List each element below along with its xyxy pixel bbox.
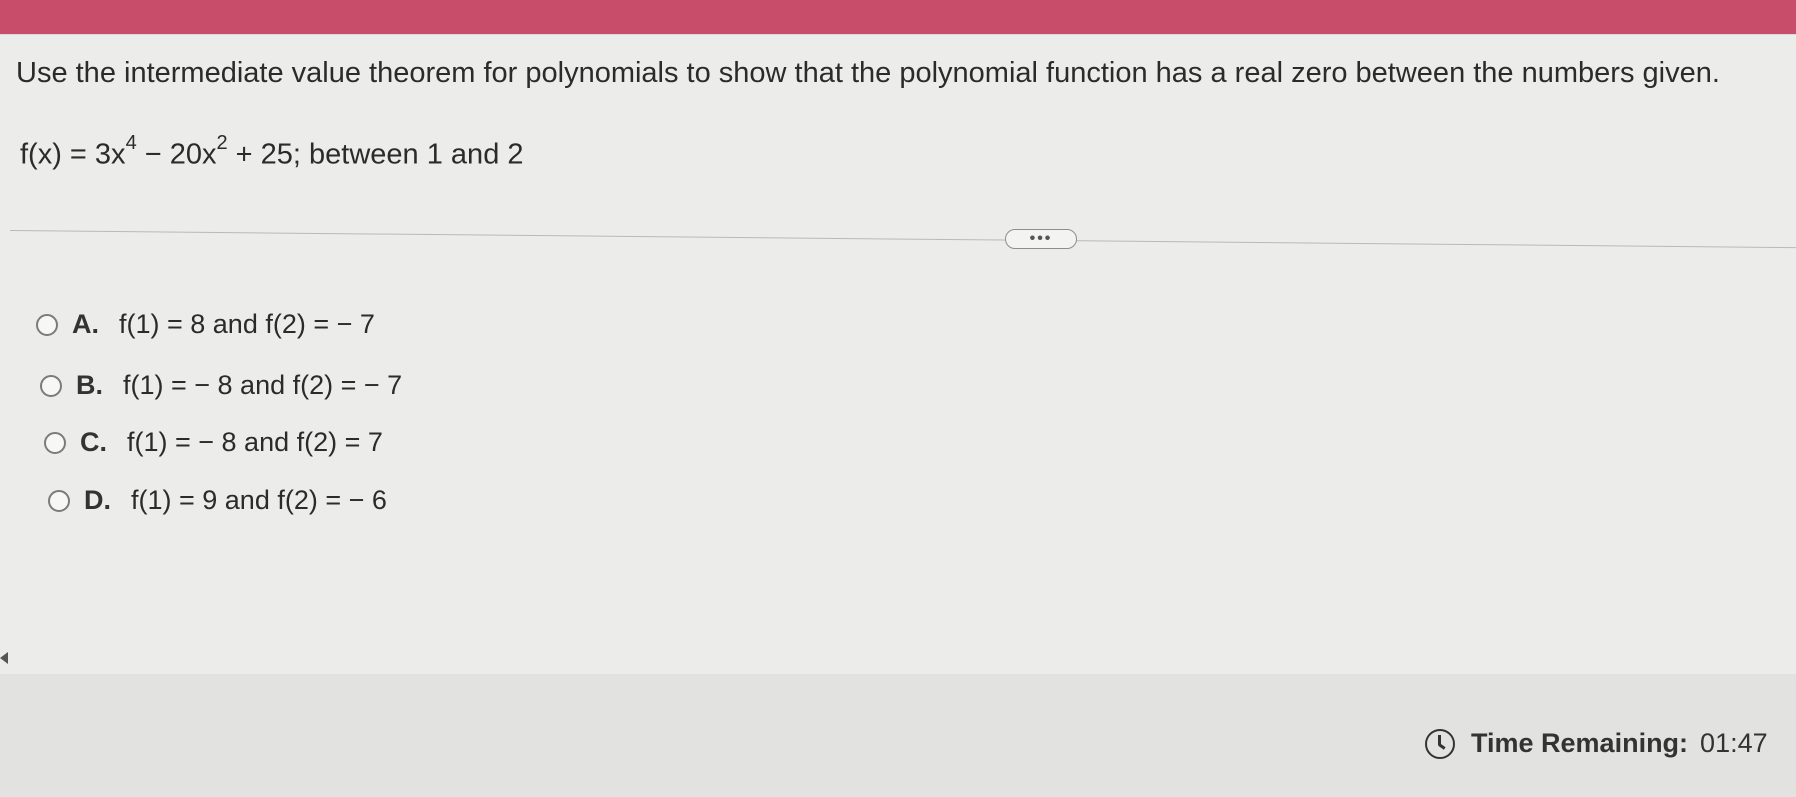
option-text: f(1) = − 8 and f(2) = 7 <box>127 427 383 457</box>
answer-option-c[interactable]: C. f(1) = − 8 and f(2) = 7 <box>44 427 383 458</box>
formula-exponent-1: 4 <box>125 132 137 154</box>
formula-prefix: f(x) = 3x <box>20 138 126 171</box>
option-text: f(1) = 8 and f(2) = − 7 <box>119 309 375 339</box>
option-text: f(1) = − 8 and f(2) = − 7 <box>123 370 403 400</box>
question-prompt: Use the intermediate value theorem for p… <box>16 57 1720 89</box>
formula-exponent-2: 2 <box>216 132 228 154</box>
clock-icon <box>1425 728 1455 759</box>
radio-button-a[interactable] <box>36 313 58 336</box>
time-remaining: Time Remaining: 01:47 <box>1425 728 1768 759</box>
answer-option-d[interactable]: D. f(1) = 9 and f(2) = − 6 <box>48 485 387 516</box>
option-letter: C. <box>80 427 107 457</box>
radio-button-b[interactable] <box>40 374 62 397</box>
top-bar <box>0 0 1796 38</box>
radio-button-d[interactable] <box>48 489 70 512</box>
answer-option-a[interactable]: A. f(1) = 8 and f(2) = − 7 <box>36 309 375 340</box>
timer-label: Time Remaining: <box>1471 728 1689 758</box>
answer-option-b[interactable]: B. f(1) = − 8 and f(2) = − 7 <box>40 370 402 401</box>
option-letter: D. <box>84 485 111 515</box>
formula-suffix: + 25; between 1 and 2 <box>227 138 524 171</box>
more-options-button[interactable]: ••• <box>1005 229 1077 249</box>
polynomial-formula: f(x) = 3x4 − 20x2 + 25; between 1 and 2 <box>20 130 524 172</box>
timer-value: 01:47 <box>1700 728 1768 758</box>
formula-middle: − 20x <box>136 138 217 171</box>
option-text: f(1) = 9 and f(2) = − 6 <box>131 485 387 515</box>
option-letter: B. <box>76 370 103 400</box>
option-letter: A. <box>72 309 99 339</box>
side-collapse-arrow[interactable] <box>0 652 8 664</box>
radio-button-c[interactable] <box>44 431 66 454</box>
